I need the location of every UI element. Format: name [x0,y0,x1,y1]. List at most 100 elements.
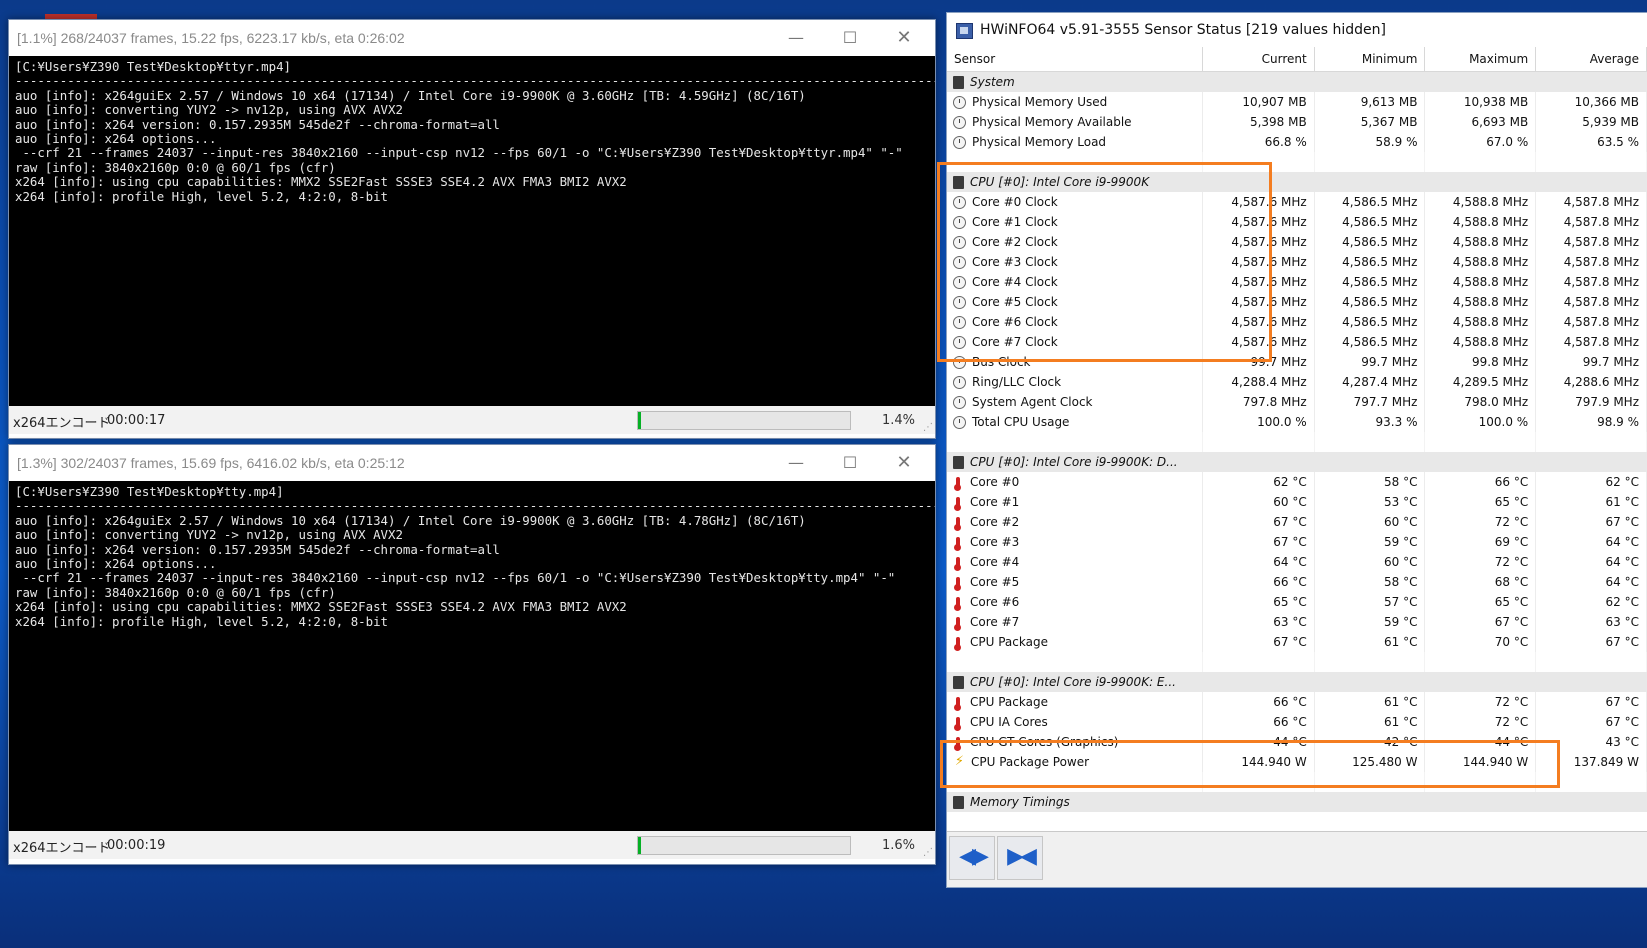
clock-icon [953,316,966,329]
encode-label: x264エンコード [13,841,111,856]
sensor-row[interactable]: Core #5 66 °C 58 °C 68 °C 64 °C [947,572,1647,592]
column-header[interactable]: Current [1202,47,1315,72]
maximum-value: 65 °C [1424,492,1537,512]
sensor-table: Sensor Current Minimum Maximum Average S… [947,47,1647,812]
sensor-label: Core #1 Clock [972,215,1058,229]
sensor-row[interactable]: Physical Memory Used 10,907 MB 9,613 MB 10,… [947,92,1647,112]
sensor-group-row[interactable]: CPU [#0]: Intel Core i9-9900K: E... [947,672,1647,692]
sensor-row[interactable]: Core #3 Clock 4,587.6 MHz 4,586.5 MHz 4,588… [947,252,1647,272]
clock-icon [953,396,966,409]
sensor-row[interactable]: CPU Package 66 °C 61 °C 72 °C 67 °C [947,692,1647,712]
sensor-row[interactable]: Physical Memory Load 66.8 % 58.9 % 67.0 % 63… [947,132,1647,152]
sensor-label: Core #5 Clock [972,295,1058,309]
minimum-value: 42 °C [1314,732,1426,752]
sensor-row[interactable]: Core #6 65 °C 57 °C 65 °C 62 °C [947,592,1647,612]
sensor-row[interactable]: Core #6 Clock 4,587.6 MHz 4,586.5 MHz 4,588… [947,312,1647,332]
sensor-row[interactable]: CPU IA Cores 66 °C 61 °C 72 °C 67 °C [947,712,1647,732]
sensor-rows: System Physical Memory Used 10,907 MB 9,613… [947,71,1647,812]
sensor-row[interactable]: Core #2 Clock 4,587.6 MHz 4,586.5 MHz 4,588… [947,232,1647,252]
sensor-row[interactable]: Core #0 62 °C 58 °C 66 °C 62 °C [947,472,1647,492]
sensor-row[interactable]: Core #7 Clock 4,587.6 MHz 4,586.5 MHz 4,588… [947,332,1647,352]
encoder-window-1[interactable]: [1.1%] 268/24037 frames, 15.22 fps, 6223… [8,19,936,439]
sensor-group-row[interactable]: CPU [#0]: Intel Core i9-9900K: D... [947,452,1647,472]
clock-icon [953,216,966,229]
sensor-name: Bus Clock [947,352,1203,372]
minimum-value: 4,586.5 MHz [1314,212,1426,232]
title-bar[interactable]: HWiNFO64 v5.91-3555 Sensor Status [219 v… [947,13,1647,47]
current-value: 4,288.4 MHz [1202,372,1315,392]
group-label: CPU [#0]: Intel Core i9-9900K: E... [947,672,1203,692]
column-header[interactable]: Average [1535,47,1647,72]
sensor-row[interactable]: System Agent Clock 797.8 MHz 797.7 MHz 798.… [947,392,1647,412]
collapse-arrows-button[interactable]: ▶◀ [997,836,1043,880]
maximum-value: 70 °C [1424,632,1537,652]
sensor-name: Total CPU Usage [947,412,1203,432]
resize-grip-icon[interactable]: ⋰ [923,422,933,433]
sensor-row[interactable]: Core #1 60 °C 53 °C 65 °C 61 °C [947,492,1647,512]
average-value: 98.9 % [1535,412,1647,432]
sensor-row[interactable]: Total CPU Usage 100.0 % 93.3 % 100.0 % 98.9 … [947,412,1647,432]
column-header[interactable]: Sensor [947,47,1203,72]
column-header[interactable]: Minimum [1314,47,1426,72]
sensor-row[interactable]: ⚡ CPU Package Power 144.940 W 125.480 W 144.… [947,752,1647,772]
expand-arrows-button[interactable]: ◀▶ [949,836,995,880]
current-value: 60 °C [1202,492,1315,512]
column-header[interactable]: Maximum [1424,47,1537,72]
sensor-row[interactable]: Ring/LLC Clock 4,288.4 MHz 4,287.4 MHz 4,28… [947,372,1647,392]
group-cell [1202,672,1315,692]
sensor-row[interactable]: CPU Package 67 °C 61 °C 70 °C 67 °C [947,632,1647,652]
clock-icon [953,296,966,309]
title-bar[interactable]: [1.1%] 268/24037 frames, 15.22 fps, 6223… [9,20,935,56]
close-button[interactable]: ✕ [881,447,927,479]
sensor-name: Core #0 [947,472,1203,492]
close-button[interactable]: ✕ [881,22,927,54]
group-cell [1424,792,1536,812]
sensor-group-row[interactable]: Memory Timings [947,792,1647,812]
encoder-window-2[interactable]: [1.3%] 302/24037 frames, 15.69 fps, 6416… [8,444,936,865]
thermometer-icon [954,596,961,611]
sensor-group-row[interactable]: CPU [#0]: Intel Core i9-9900K [947,172,1647,192]
sensor-row[interactable]: Core #7 63 °C 59 °C 67 °C 63 °C [947,612,1647,632]
sensor-row[interactable]: Core #4 Clock 4,587.6 MHz 4,586.5 MHz 4,588… [947,272,1647,292]
sensor-row[interactable]: Bus Clock 99.7 MHz 99.7 MHz 99.8 MHz 99.7 MH… [947,352,1647,372]
current-value: 66 °C [1202,692,1315,712]
group-cell [1314,71,1425,92]
sensor-label: Core #5 [970,575,1020,589]
current-value: 4,587.6 MHz [1202,192,1315,212]
spacer-cell [1202,432,1315,452]
current-value: 10,907 MB [1202,92,1315,112]
average-value: 4,587.8 MHz [1535,212,1647,232]
sensor-label: Core #2 Clock [972,235,1058,249]
current-value: 63 °C [1202,612,1315,632]
sensor-row[interactable]: Core #4 64 °C 60 °C 72 °C 64 °C [947,552,1647,572]
spacer-cell [1314,652,1426,672]
average-value: 4,587.8 MHz [1535,292,1647,312]
sensor-row[interactable]: Core #5 Clock 4,587.6 MHz 4,586.5 MHz 4,588… [947,292,1647,312]
hwinfo-window[interactable]: HWiNFO64 v5.91-3555 Sensor Status [219 v… [946,12,1647,888]
minimize-button[interactable]: — [773,447,819,479]
group-cell [1424,71,1536,92]
resize-grip-icon[interactable]: ⋰ [923,847,933,858]
current-value: 4,587.6 MHz [1202,212,1315,232]
maximum-value: 72 °C [1424,512,1537,532]
sensor-row[interactable]: Core #2 67 °C 60 °C 72 °C 67 °C [947,512,1647,532]
maximum-value: 67.0 % [1424,132,1537,152]
maximize-button[interactable]: ☐ [827,22,873,54]
chip-icon [953,676,964,689]
sensor-group-row[interactable]: System [947,71,1647,92]
maximum-value: 4,588.8 MHz [1424,192,1537,212]
current-value: 62 °C [1202,472,1315,492]
minimize-button[interactable]: — [773,22,819,54]
title-bar[interactable]: [1.3%] 302/24037 frames, 15.69 fps, 6416… [9,445,935,481]
sensor-row[interactable]: Core #0 Clock 4,587.6 MHz 4,586.5 MHz 4,588… [947,192,1647,212]
sensor-row[interactable]: Physical Memory Available 5,398 MB 5,367 M… [947,112,1647,132]
spacer-cell [1424,652,1537,672]
maximize-button[interactable]: ☐ [827,447,873,479]
sensor-row[interactable]: CPU GT Cores (Graphics) 44 °C 42 °C 44 °C 43… [947,732,1647,752]
sensor-row[interactable]: Core #3 67 °C 59 °C 69 °C 64 °C [947,532,1647,552]
group-cell [1535,792,1647,812]
maximum-value: 6,693 MB [1424,112,1537,132]
bottom-toolbar: ◀▶ ▶◀ [947,831,1647,887]
sensor-row[interactable]: Core #1 Clock 4,587.6 MHz 4,586.5 MHz 4,588… [947,212,1647,232]
thermometer-icon [954,576,961,591]
